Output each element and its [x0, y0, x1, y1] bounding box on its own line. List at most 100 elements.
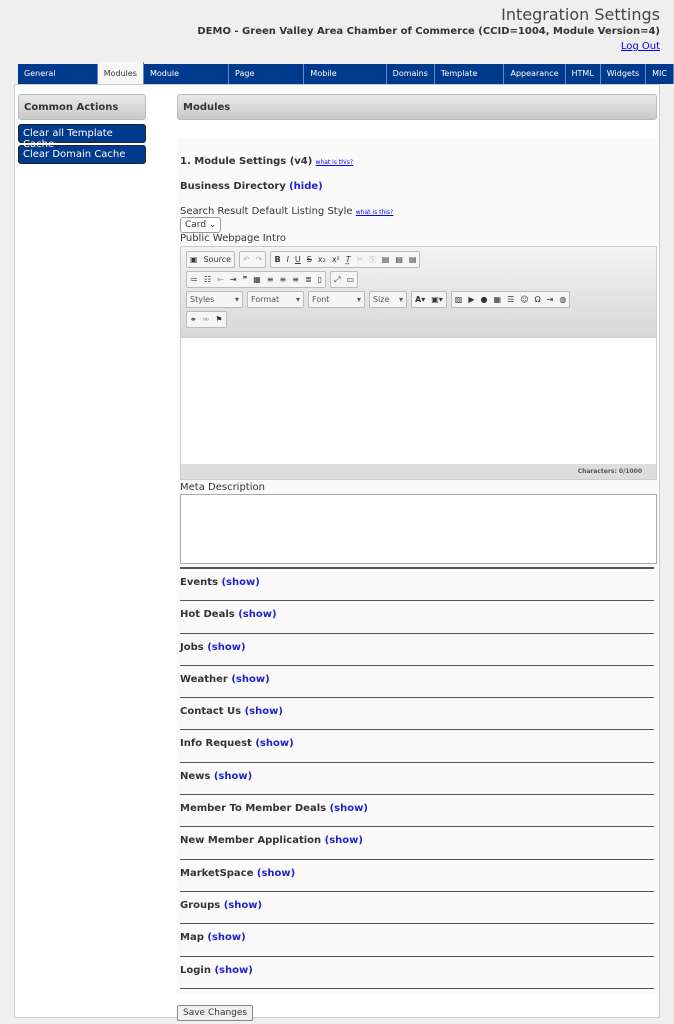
- indent-icon[interactable]: ⇥: [230, 275, 237, 284]
- show-link[interactable]: (show): [214, 771, 252, 782]
- module-name: Groups: [180, 899, 221, 911]
- justify-icon[interactable]: ≣: [305, 275, 312, 284]
- tab-html[interactable]: HTML: [565, 64, 601, 84]
- source-button[interactable]: ▣ Source: [186, 251, 236, 268]
- module-name: Member To Member Deals: [180, 803, 327, 815]
- action-button[interactable]: Clear all Template Cache: [18, 124, 146, 150]
- show-link[interactable]: (show): [221, 577, 259, 588]
- module-name: Jobs: [180, 641, 204, 653]
- bold-icon[interactable]: B: [274, 255, 280, 264]
- tab-general-settings[interactable]: General Settings: [18, 64, 98, 98]
- show-link[interactable]: (show): [231, 674, 269, 685]
- show-link[interactable]: (show): [330, 803, 368, 814]
- module-section: Groups (show): [180, 890, 654, 923]
- paste-icon[interactable]: ▤: [382, 255, 390, 264]
- template-icon[interactable]: ▯: [318, 275, 322, 284]
- show-link[interactable]: (show): [255, 738, 293, 749]
- listing-style-select[interactable]: Card ⌄: [180, 217, 222, 233]
- flash-icon[interactable]: ●: [481, 295, 488, 304]
- align-right-icon[interactable]: ≡: [292, 275, 299, 284]
- module-section: Hot Deals (show): [180, 600, 654, 632]
- iframe-icon[interactable]: ◍: [559, 295, 566, 304]
- link-icon[interactable]: ⚭: [190, 315, 197, 324]
- module-name: Info Request: [180, 738, 252, 750]
- module-section: Events (show): [180, 568, 654, 600]
- module-name: Events: [180, 577, 218, 588]
- remove-format-icon[interactable]: T̲: [346, 255, 351, 264]
- show-link[interactable]: (show): [238, 609, 276, 620]
- blockquote-icon[interactable]: ❞: [243, 275, 248, 284]
- font-dropdown[interactable]: Font ▾: [308, 291, 365, 308]
- meta-description-label: Meta Description: [180, 482, 265, 493]
- module-settings-heading: 1. Module Settings (v4): [180, 156, 313, 167]
- anchor-flag-icon[interactable]: ⚑: [215, 315, 222, 324]
- copy-icon[interactable]: ⎘: [369, 255, 375, 265]
- editor-toolbar: ▣ Source ↶ ↷ B I U Sx₂ x² T̲ ✂ ⎘ ▤ ▤ ▤ ≔ ☷ ⇤ ⇥ ❞ ▦ ≡ ≡ ≡ ≣ ▯ ⤢…: [181, 247, 656, 337]
- module-section: Contact Us (show): [180, 697, 654, 729]
- tab-appearance[interactable]: Appearance: [504, 64, 566, 84]
- dropdown-arrow-icon: ▾: [295, 295, 300, 304]
- image-icon[interactable]: ▨: [455, 295, 463, 304]
- outdent-icon[interactable]: ⇤: [217, 275, 224, 284]
- tab-domains[interactable]: Domains: [386, 64, 435, 84]
- subscript-icon[interactable]: x₂: [318, 255, 326, 264]
- strike-icon[interactable]: S: [307, 255, 312, 264]
- module-name: Login: [180, 964, 211, 976]
- module-section: Weather (show): [180, 664, 654, 697]
- paste-word-icon[interactable]: ▤: [409, 255, 417, 264]
- tab-mobile-templates[interactable]: Mobile Templates: [304, 64, 387, 98]
- smiley-icon[interactable]: ☺: [520, 295, 528, 304]
- maximize-icon[interactable]: ⤢: [334, 275, 340, 285]
- tab-template-tags[interactable]: Template Tags: [434, 64, 505, 98]
- module-name: Map: [180, 932, 204, 944]
- paste-text-icon[interactable]: ▤: [395, 255, 403, 264]
- show-link[interactable]: (show): [214, 965, 252, 976]
- tab-mic[interactable]: MIC: [646, 64, 674, 84]
- video-icon[interactable]: ▶: [468, 295, 474, 304]
- show-link[interactable]: (show): [245, 706, 283, 717]
- table-icon[interactable]: ▦: [494, 295, 502, 304]
- styles-dropdown[interactable]: Styles ▾: [186, 291, 243, 308]
- superscript-icon[interactable]: x²: [332, 255, 340, 264]
- show-link[interactable]: (show): [207, 932, 245, 943]
- show-link[interactable]: (show): [207, 642, 245, 653]
- redo-icon[interactable]: ↷: [256, 255, 263, 264]
- numbered-list-icon[interactable]: ≔: [190, 275, 198, 284]
- italic-icon[interactable]: I: [287, 255, 289, 264]
- meta-description-input[interactable]: [180, 494, 657, 564]
- bullet-list-icon[interactable]: ☷: [204, 275, 211, 284]
- tab-module-templates[interactable]: Module Templates: [143, 64, 230, 98]
- save-changes-button[interactable]: Save Changes: [177, 1004, 254, 1021]
- module-name: News: [180, 770, 211, 782]
- tab-page-templates[interactable]: Page Templates: [229, 64, 305, 98]
- page-subtitle: DEMO - Green Valley Area Chamber of Comm…: [197, 26, 660, 37]
- module-section: News (show): [180, 761, 654, 794]
- special-char-icon[interactable]: Ω: [535, 295, 541, 304]
- div-icon[interactable]: ▦: [253, 275, 261, 284]
- show-link[interactable]: (show): [257, 868, 295, 879]
- logout-link[interactable]: Log Out: [621, 41, 660, 52]
- section-title: Modules: [177, 94, 657, 120]
- editor-content[interactable]: [181, 337, 656, 464]
- tab-modules[interactable]: Modules: [97, 62, 144, 84]
- tab-widgets[interactable]: Widgets: [600, 64, 647, 84]
- format-dropdown[interactable]: Format ▾: [247, 291, 304, 308]
- bg-color-icon[interactable]: ▣▾: [431, 295, 443, 304]
- hide-link[interactable]: (hide): [289, 181, 323, 192]
- horizontal-rule-icon[interactable]: ☰: [507, 295, 514, 304]
- unlink-icon[interactable]: ⚮: [203, 315, 210, 324]
- align-center-icon[interactable]: ≡: [280, 275, 287, 284]
- show-link[interactable]: (show): [325, 835, 363, 846]
- show-link[interactable]: (show): [224, 900, 262, 911]
- cut-icon[interactable]: ✂: [357, 255, 364, 264]
- align-left-icon[interactable]: ≡: [267, 275, 274, 284]
- show-blocks-icon[interactable]: ▭: [346, 275, 354, 284]
- size-dropdown[interactable]: Size ▾: [369, 291, 407, 308]
- module-section: Login (show): [180, 955, 654, 988]
- page-break-icon[interactable]: ⇥: [547, 295, 554, 304]
- underline-icon[interactable]: U: [295, 255, 301, 264]
- text-color-icon[interactable]: A▾: [415, 295, 425, 304]
- what-is-this-link[interactable]: what is this?: [356, 209, 393, 216]
- undo-icon[interactable]: ↶: [243, 255, 250, 264]
- what-is-this-link[interactable]: what is this?: [316, 159, 353, 166]
